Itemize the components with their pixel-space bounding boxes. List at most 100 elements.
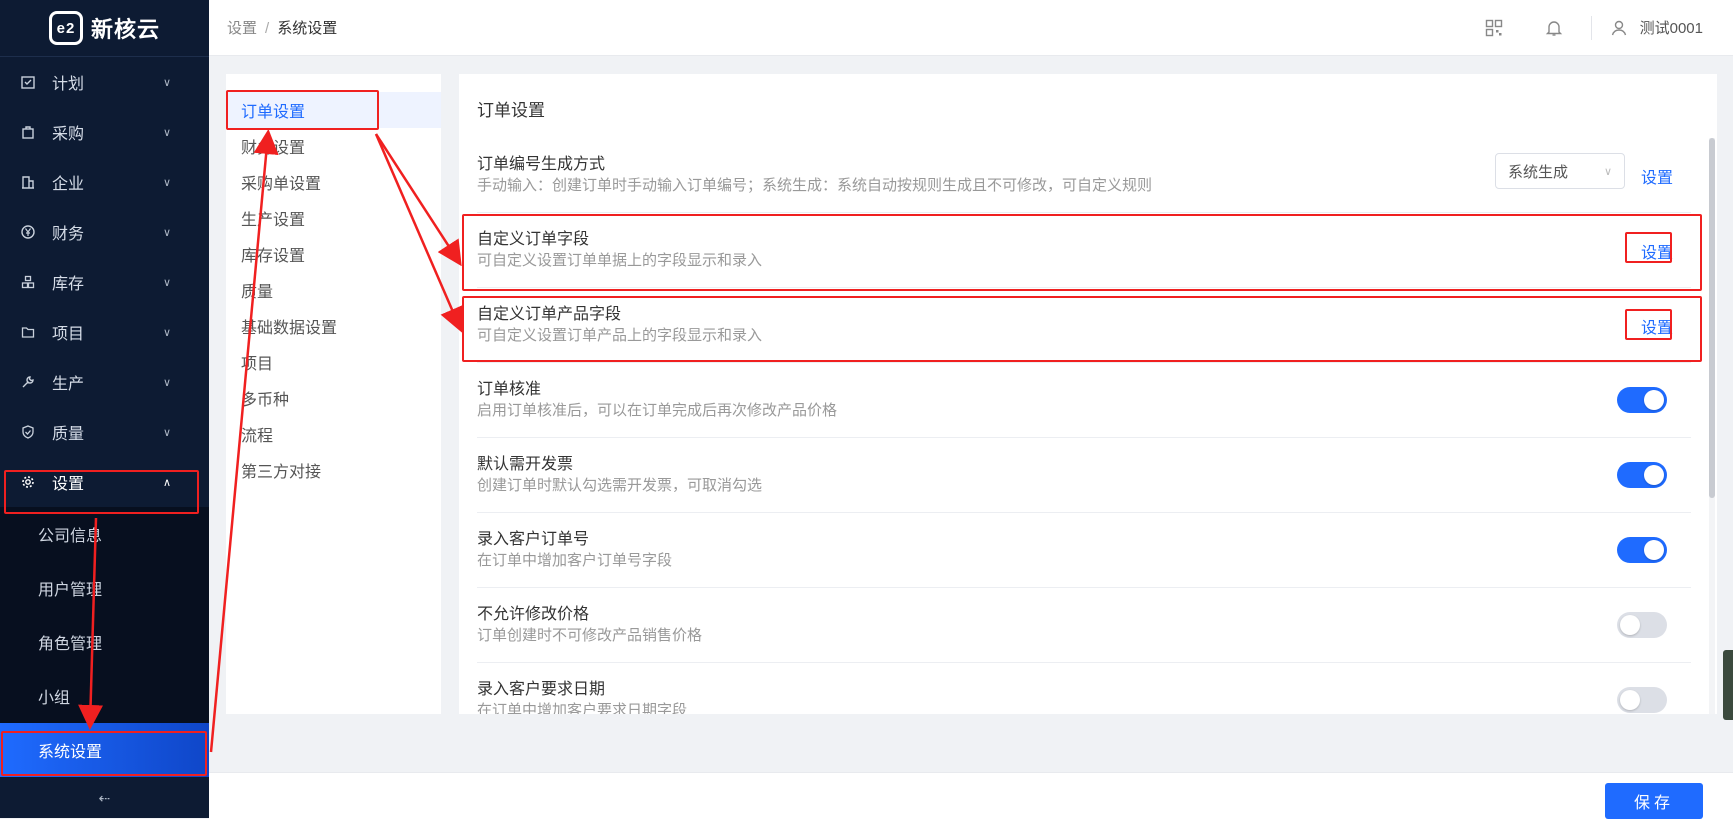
submenu-item-company-info[interactable]: 公司信息 <box>0 507 209 561</box>
nav-item-purchase-order-settings[interactable]: 采购单设置 <box>226 164 441 200</box>
sidebar: e2 新核云 计划 ∨ 采购 ∨ 企业 ∨ 财务 ∨ 库存 ∨ 项目 ∨ 生产 … <box>0 0 209 818</box>
sidebar-item-label: 企业 <box>52 176 85 193</box>
sidebar-item-finance[interactable]: 财务 ∨ <box>0 207 209 257</box>
nav-item-third-party-integration[interactable]: 第三方对接 <box>226 452 441 488</box>
settings-category-nav: 订单设置 财务设置 采购单设置 生产设置 库存设置 质量 基础数据设置 项目 多… <box>226 74 441 714</box>
nav-item-multi-currency[interactable]: 多币种 <box>226 380 441 416</box>
calendar-check-icon <box>20 74 36 90</box>
sidebar-item-purchase[interactable]: 采购 ∨ <box>0 107 209 157</box>
nav-item-production-settings[interactable]: 生产设置 <box>226 200 441 236</box>
annotation-box-system-settings <box>1 731 207 776</box>
setting-description: 订单创建时不可修改产品销售价格 <box>477 627 703 644</box>
setting-title: 默认需开发票 <box>477 456 574 473</box>
chevron-down-icon: ∨ <box>162 426 171 439</box>
chevron-down-icon: ∨ <box>162 126 171 139</box>
setting-row-lock-price: 不允许修改价格 订单创建时不可修改产品销售价格 <box>477 588 1691 663</box>
annotation-box-order-settings <box>226 90 379 130</box>
breadcrumb-separator: / <box>265 20 270 37</box>
annotation-box-custom-product-fields <box>462 296 1702 362</box>
sidebar-item-plan[interactable]: 计划 ∨ <box>0 57 209 107</box>
nav-item-workflow[interactable]: 流程 <box>226 416 441 452</box>
bell-icon[interactable] <box>1543 17 1565 39</box>
toggle-knob <box>1620 615 1640 635</box>
setting-description: 手动输入：创建订单时手动输入订单编号；系统生成：系统自动按规则生成且不可修改，可… <box>477 177 1153 194</box>
chevron-down-icon: ∨ <box>1603 165 1612 178</box>
breadcrumb-item-settings[interactable]: 设置 <box>227 20 257 37</box>
sidebar-item-quality[interactable]: 质量 ∨ <box>0 407 209 457</box>
floating-edge-widget[interactable] <box>1723 650 1733 720</box>
setting-description: 在订单中增加客户订单号字段 <box>477 552 673 569</box>
annotation-box-product-fields-link <box>1625 309 1672 340</box>
nav-item-basic-data-settings[interactable]: 基础数据设置 <box>226 308 441 344</box>
customer-required-date-toggle[interactable] <box>1617 687 1667 713</box>
user-name[interactable]: 测试0001 <box>1640 17 1703 38</box>
sidebar-item-label: 财务 <box>52 226 85 243</box>
header-divider <box>1590 15 1592 40</box>
toggle-knob <box>1644 465 1664 485</box>
setting-row-customer-required-date: 录入客户要求日期 在订单中增加客户要求日期字段 <box>477 663 1691 714</box>
panel-title: 订单设置 <box>477 101 545 120</box>
header-actions: 测试0001 <box>1445 15 1703 40</box>
setting-title: 不允许修改价格 <box>477 606 590 623</box>
annotation-box-settings <box>4 470 199 514</box>
order-settings-panel: 订单设置 订单编号生成方式 手动输入：创建订单时手动输入订单编号；系统生成：系统… <box>459 74 1717 714</box>
sidebar-menu: 计划 ∨ 采购 ∨ 企业 ∨ 财务 ∨ 库存 ∨ 项目 ∨ 生产 ∨ 质量 ∨ … <box>0 57 209 507</box>
sidebar-item-label: 项目 <box>52 326 85 343</box>
toggle-knob <box>1644 390 1664 410</box>
chevron-down-icon: ∨ <box>162 326 171 339</box>
yuan-icon <box>20 224 36 240</box>
collapse-sidebar-button[interactable]: ⇠ <box>0 778 209 818</box>
default-invoice-toggle[interactable] <box>1617 462 1667 488</box>
sidebar-item-production[interactable]: 生产 ∨ <box>0 357 209 407</box>
folder-icon <box>20 324 36 340</box>
breadcrumb: 设置 / 系统设置 <box>227 17 337 38</box>
brand: e2 新核云 <box>0 0 209 57</box>
sidebar-item-inventory[interactable]: 库存 ∨ <box>0 257 209 307</box>
building-icon <box>20 174 36 190</box>
toggle-knob <box>1620 690 1640 710</box>
chevron-down-icon: ∨ <box>162 176 171 189</box>
lock-price-toggle[interactable] <box>1617 612 1667 638</box>
setting-description: 创建订单时默认勾选需开发票，可取消勾选 <box>477 477 763 494</box>
setting-title: 订单编号生成方式 <box>477 156 606 173</box>
scrollbar-thumb[interactable] <box>1709 138 1715 498</box>
shopping-bag-icon <box>20 124 36 140</box>
submenu-item-role-management[interactable]: 角色管理 <box>0 615 209 669</box>
qrcode-icon[interactable] <box>1483 17 1505 39</box>
order-number-mode-select[interactable]: 系统生成 ∨ <box>1495 153 1625 189</box>
user-icon[interactable] <box>1608 17 1630 39</box>
nav-item-finance-settings[interactable]: 财务设置 <box>226 128 441 164</box>
sidebar-item-label: 库存 <box>52 276 85 293</box>
submenu-item-groups[interactable]: 小组 <box>0 669 209 723</box>
chevron-down-icon: ∨ <box>162 276 171 289</box>
top-header: 设置 / 系统设置 测试0001 <box>209 0 1733 56</box>
setting-row-order-approval: 订单核准 启用订单核准后，可以在订单完成后再次修改产品价格 <box>477 363 1691 438</box>
submenu-item-user-management[interactable]: 用户管理 <box>0 561 209 615</box>
setting-description: 在订单中增加客户要求日期字段 <box>477 702 688 714</box>
save-button[interactable]: 保存 <box>1605 783 1703 819</box>
brand-name: 新核云 <box>90 17 160 42</box>
order-number-rule-link[interactable]: 设置 <box>1641 164 1673 188</box>
annotation-box-fields-link <box>1625 232 1672 263</box>
setting-row-customer-order-number: 录入客户订单号 在订单中增加客户订单号字段 <box>477 513 1691 588</box>
select-value: 系统生成 <box>1508 163 1569 181</box>
nav-item-quality[interactable]: 质量 <box>226 272 441 308</box>
customer-order-number-toggle[interactable] <box>1617 537 1667 563</box>
annotation-box-custom-order-fields <box>462 214 1702 291</box>
wrench-icon <box>20 374 36 390</box>
setting-title: 录入客户订单号 <box>477 531 590 548</box>
setting-row-order-number: 订单编号生成方式 手动输入：创建订单时手动输入订单编号；系统生成：系统自动按规则… <box>477 138 1691 213</box>
nav-item-inventory-settings[interactable]: 库存设置 <box>226 236 441 272</box>
setting-description: 启用订单核准后，可以在订单完成后再次修改产品价格 <box>477 402 838 419</box>
nav-item-project[interactable]: 项目 <box>226 344 441 380</box>
setting-row-default-invoice: 默认需开发票 创建订单时默认勾选需开发票，可取消勾选 <box>477 438 1691 513</box>
order-approval-toggle[interactable] <box>1617 387 1667 413</box>
toggle-knob <box>1644 540 1664 560</box>
chevron-down-icon: ∨ <box>162 226 171 239</box>
chevron-down-icon: ∨ <box>162 376 171 389</box>
sidebar-item-project[interactable]: 项目 ∨ <box>0 307 209 357</box>
logo-icon: e2 <box>48 11 83 45</box>
shield-check-icon <box>20 424 36 440</box>
setting-title: 订单核准 <box>477 381 542 398</box>
sidebar-item-company[interactable]: 企业 ∨ <box>0 157 209 207</box>
